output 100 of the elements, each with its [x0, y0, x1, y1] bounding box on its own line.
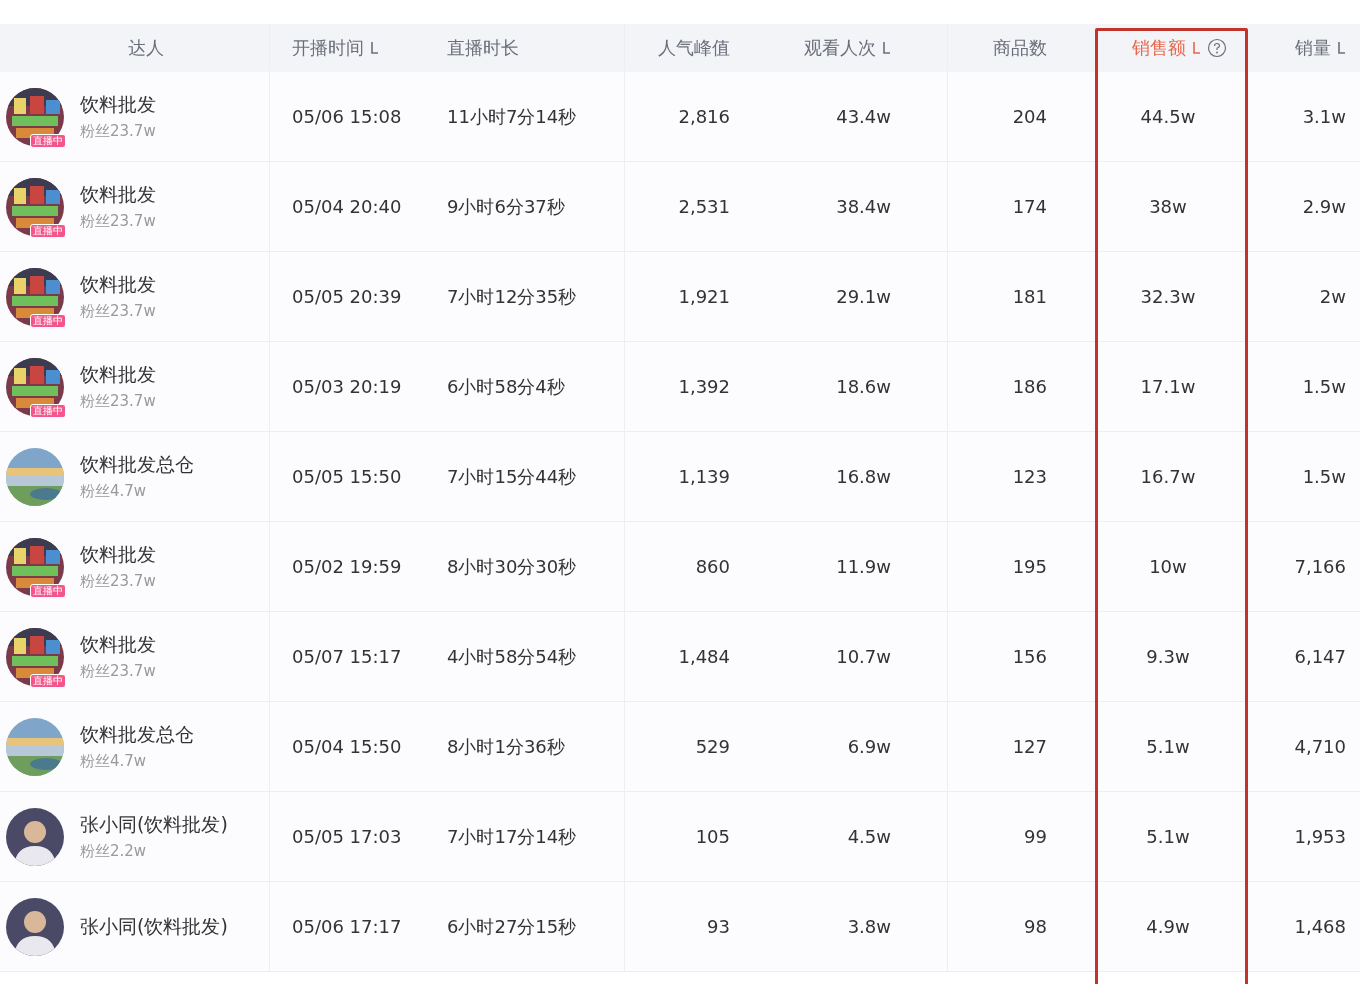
table-cell-text: 4小时58分54秒	[446, 644, 577, 669]
follower-count: 粉丝23.7w	[80, 122, 156, 141]
column-header[interactable]: 销量	[1295, 35, 1331, 60]
table-cell: 29.1w	[836, 286, 891, 307]
column-header[interactable]: 开播时间	[292, 35, 364, 60]
table-cell: 93	[707, 916, 730, 937]
table-cell: 195	[1012, 556, 1047, 577]
follower-count: 粉丝23.7w	[80, 572, 156, 591]
table-cell: 32.3w	[1140, 286, 1196, 307]
table-cell-text: 11小时7分14秒	[446, 104, 577, 129]
follower-count: 粉丝23.7w	[80, 302, 156, 321]
table-cell: 10w	[1149, 556, 1187, 577]
creator-name[interactable]: 饮料批发	[80, 272, 156, 298]
table-cell: 4,710	[1294, 736, 1346, 757]
table-cell: 17.1w	[1140, 376, 1196, 397]
sort-icon[interactable]	[882, 40, 891, 55]
sort-icon[interactable]	[370, 40, 379, 55]
table-cell: 2,531	[678, 196, 730, 217]
table-cell-text: 05/03 20:19	[291, 376, 402, 397]
table-cell-text: 9小时6分37秒	[446, 194, 565, 219]
sort-icon[interactable]	[1191, 40, 1201, 55]
table-cell: 5.1w	[1146, 826, 1190, 847]
table-cell: 186	[1012, 376, 1047, 397]
table-cell: 38w	[1149, 196, 1187, 217]
creator-name[interactable]: 饮料批发	[80, 542, 156, 568]
table-cell: 123	[1012, 466, 1047, 487]
table-cell: 181	[1012, 286, 1047, 307]
column-header: 商品数	[993, 35, 1047, 60]
table-cell: 4.5w	[847, 826, 891, 847]
table-cell: 1.5w	[1302, 376, 1346, 397]
table-cell: 16.8w	[836, 466, 891, 487]
table-cell-text: 8小时1分36秒	[446, 734, 565, 759]
table-cell: 1,484	[678, 646, 730, 667]
table-cell: 18.6w	[836, 376, 891, 397]
help-icon[interactable]	[1206, 37, 1227, 58]
creator-name[interactable]: 饮料批发总仓	[80, 452, 194, 478]
creator-name[interactable]: 饮料批发	[80, 92, 156, 118]
table-cell: 6.9w	[847, 736, 891, 757]
table-cell: 16.7w	[1140, 466, 1196, 487]
follower-count: 粉丝4.7w	[80, 752, 148, 771]
table-cell: 6,147	[1294, 646, 1346, 667]
creator-name[interactable]: 饮料批发总仓	[80, 722, 194, 748]
table-cell: 105	[695, 826, 730, 847]
table-cell-text: 6小时27分15秒	[446, 914, 577, 939]
table-cell: 9.3w	[1146, 646, 1190, 667]
table-cell: 10.7w	[836, 646, 891, 667]
creator-name[interactable]: 饮料批发	[80, 632, 156, 658]
table-cell: 7,166	[1294, 556, 1346, 577]
sort-icon[interactable]	[1337, 40, 1346, 55]
table-cell-text: 05/05 20:39	[291, 286, 402, 307]
table-cell-text: 05/05 15:50	[291, 466, 402, 487]
table-cell: 1.5w	[1302, 466, 1346, 487]
table-cell: 3.1w	[1302, 106, 1346, 127]
table-cell: 1,953	[1294, 826, 1346, 847]
follower-count: 粉丝4.7w	[80, 482, 148, 501]
table-cell: 529	[695, 736, 730, 757]
creator-name[interactable]: 张小同(饮料批发)	[80, 812, 228, 838]
table-cell: 204	[1012, 106, 1047, 127]
table-cell: 44.5w	[1140, 106, 1196, 127]
table-cell: 11.9w	[836, 556, 891, 577]
table-cell: 127	[1012, 736, 1047, 757]
table-cell-text: 7小时17分14秒	[446, 824, 577, 849]
table-cell: 4.9w	[1146, 916, 1190, 937]
table-cell-text: 05/07 15:17	[291, 646, 402, 667]
table-cell: 174	[1012, 196, 1047, 217]
table-cell: 99	[1024, 826, 1047, 847]
column-header: 直播时长	[447, 35, 519, 60]
table-cell-text: 05/06 17:17	[291, 916, 402, 937]
table-cell-text: 8小时30分30秒	[446, 554, 577, 579]
table-cell: 1,921	[678, 286, 730, 307]
follower-count: 粉丝23.7w	[80, 392, 156, 411]
table-cell-text: 05/06 15:08	[291, 106, 402, 127]
table-cell-text: 05/04 20:40	[291, 196, 402, 217]
table-cell: 38.4w	[836, 196, 891, 217]
table-cell: 1,468	[1294, 916, 1346, 937]
table-cell: 2w	[1319, 286, 1346, 307]
column-header: 达人	[127, 35, 164, 60]
creator-name[interactable]: 张小同(饮料批发)	[80, 913, 228, 940]
table-cell: 5.1w	[1146, 736, 1190, 757]
table-cell-text: 7小时15分44秒	[446, 464, 577, 489]
table-cell: 3.8w	[847, 916, 891, 937]
table-cell-text: 6小时58分4秒	[446, 374, 565, 399]
table-cell-text: 05/04 15:50	[291, 736, 402, 757]
table-cell: 2,816	[678, 106, 730, 127]
table-cell: 98	[1024, 916, 1047, 937]
creator-name[interactable]: 饮料批发	[80, 182, 156, 208]
table-cell-text: 05/05 17:03	[291, 826, 402, 847]
table-cell: 156	[1012, 646, 1047, 667]
follower-count: 粉丝2.2w	[80, 842, 148, 861]
follower-count: 粉丝23.7w	[80, 662, 156, 681]
column-header: 人气峰值	[658, 35, 730, 60]
creator-name[interactable]: 饮料批发	[80, 362, 156, 388]
table-cell: 860	[695, 556, 730, 577]
table-cell: 2.9w	[1302, 196, 1346, 217]
table-cell-text: 05/02 19:59	[291, 556, 402, 577]
table-cell: 1,392	[678, 376, 730, 397]
table-cell: 43.4w	[836, 106, 891, 127]
table-cell-text: 7小时12分35秒	[446, 284, 577, 309]
table-cell: 1,139	[678, 466, 730, 487]
column-header[interactable]: 观看人次	[804, 35, 876, 60]
